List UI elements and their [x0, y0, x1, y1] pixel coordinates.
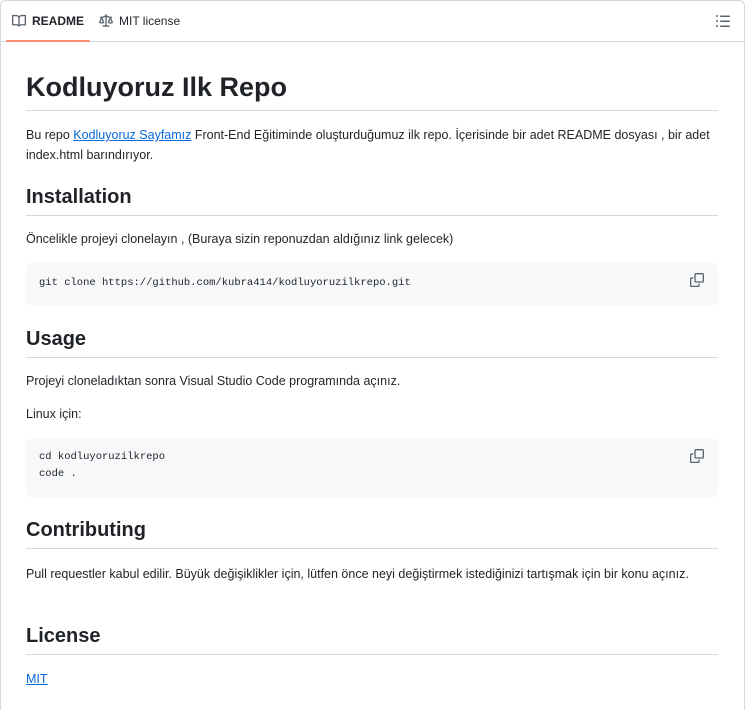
readme-tab-bar: README MIT license	[0, 0, 745, 42]
license-heading: License	[26, 623, 718, 655]
tab-license[interactable]: MIT license	[99, 0, 180, 41]
installation-heading: Installation	[26, 184, 718, 216]
list-outline-icon[interactable]	[715, 13, 731, 29]
mit-license-link[interactable]: MIT	[26, 672, 48, 686]
license-paragraph: MIT	[26, 669, 718, 689]
linux-label: Linux için:	[26, 407, 82, 421]
copy-icon[interactable]	[690, 273, 704, 287]
scale-icon	[99, 13, 113, 28]
tab-license-label: MIT license	[119, 13, 181, 28]
code-line: cd kodluyoruzilkrepo	[39, 451, 166, 463]
usage-text: Projeyi cloneladıktan sonra Visual Studi…	[26, 374, 401, 388]
active-tab-indicator	[6, 40, 91, 42]
code-line: code .	[39, 468, 77, 480]
contributing-heading: Contributing	[26, 517, 718, 549]
intro-paragraph: Bu repo Kodluyoruz Sayfamız Front-End Eğ…	[26, 125, 718, 165]
readme-title: Kodluyoruz Ilk Repo	[26, 70, 718, 111]
contributing-text: Pull requestler kabul edilir. Büyük deği…	[26, 567, 689, 581]
tab-readme[interactable]: README	[6, 0, 91, 42]
usage-code-block: cd kodluyoruzilkrepo code .	[26, 438, 718, 497]
installation-text: Öncelikle projeyi clonelayın , (Buraya s…	[26, 232, 454, 246]
kodluyoruz-link[interactable]: Kodluyoruz Sayfamız	[73, 128, 191, 142]
intro-prefix: Bu repo	[26, 128, 74, 142]
code-line: git clone https://github.com/kubra414/ko…	[39, 277, 411, 289]
copy-icon[interactable]	[690, 449, 704, 463]
book-icon	[12, 14, 26, 28]
usage-heading: Usage	[26, 326, 718, 358]
tab-readme-label: README	[32, 13, 85, 28]
installation-code-block: git clone https://github.com/kubra414/ko…	[26, 263, 718, 306]
